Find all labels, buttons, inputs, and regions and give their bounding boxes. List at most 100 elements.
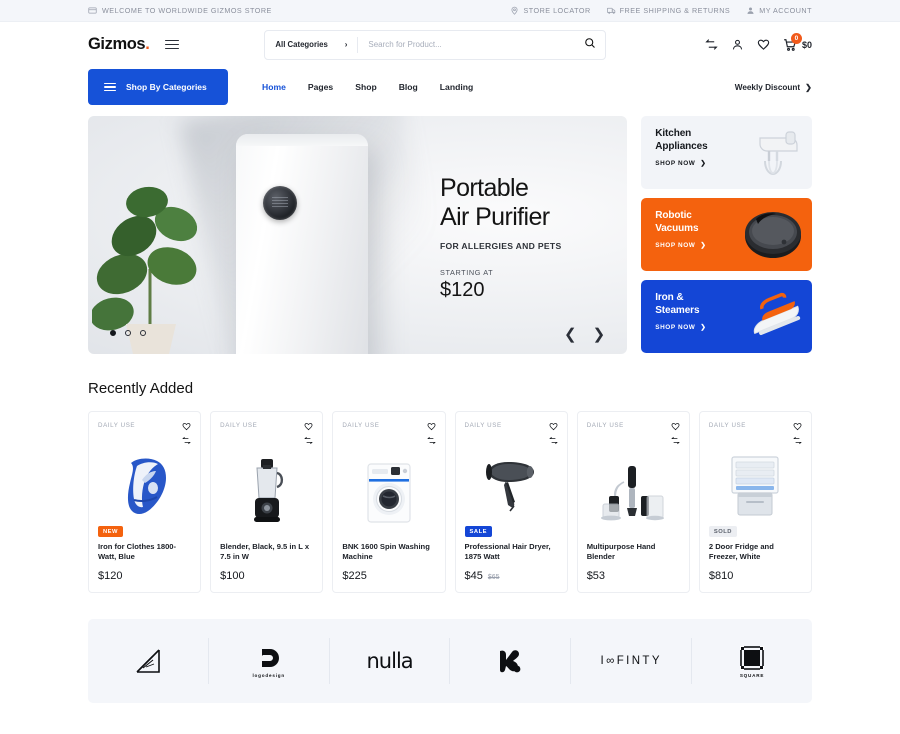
chevron-right-icon: ❯ (700, 242, 707, 249)
shopping-cart-icon: 0 (783, 32, 802, 52)
brand-logo-square[interactable]: SQUARE (692, 638, 812, 684)
status-badge: SOLD (708, 526, 737, 537)
logo-text: Gizmos (88, 35, 146, 53)
location-pin-icon (510, 6, 519, 15)
weekly-discount-link[interactable]: Weekly Discount ❯ (734, 82, 812, 93)
topbar-link-label: STORE LOCATOR (523, 6, 591, 15)
diagonal-lines-logo-icon (136, 649, 160, 673)
nav-links: Home Pages Shop Blog Landing (262, 82, 473, 92)
search-input[interactable] (358, 30, 576, 59)
nav-item-pages[interactable]: Pages (308, 82, 333, 92)
hamburger-icon[interactable] (165, 39, 180, 50)
compare-icon[interactable] (705, 38, 718, 51)
product-card-hand-blender[interactable]: DAILY USE Multipurpose Hand Blender $53 (576, 411, 690, 593)
chevron-right-icon[interactable]: ❯ (593, 327, 606, 342)
brand-logo-nulla[interactable]: nulla (330, 638, 451, 684)
hand-mixer-icon (759, 130, 798, 175)
product-tag: DAILY USE (464, 422, 502, 429)
product-image (465, 445, 558, 526)
heart-icon[interactable] (182, 422, 191, 431)
product-card-fridge-freezer[interactable]: DAILY USE SOLD 2 Door Fridge and Freezer… (698, 411, 813, 593)
chevron-right-icon: › (344, 40, 348, 49)
product-image (342, 445, 435, 542)
heart-icon[interactable] (304, 422, 313, 431)
promo-card-iron-steamers[interactable]: Iron & Steamers SHOP NOW ❯ (641, 280, 812, 353)
product-name: Blender, Black, 9.5 in L x 7.5 in W (220, 542, 310, 562)
promo-card-kitchen-appliances[interactable]: Kitchen Appliances SHOP NOW ❯ (641, 116, 812, 189)
product-card-washing-machine[interactable]: DAILY USE BNK 1600 Spin Washing Machine … (332, 411, 446, 593)
page-title: Recently Added (88, 380, 194, 397)
brand-logo-diagonal-lines[interactable] (88, 638, 209, 684)
brand-logo-blob-mark[interactable] (450, 638, 572, 684)
plant-decoration-icon (92, 186, 198, 354)
category-promo-cards: Kitchen Appliances SHOP NOW ❯ Robotic Va… (641, 116, 812, 354)
topbar-link-store-locator[interactable]: STORE LOCATOR (510, 6, 590, 15)
topbar-link-free-shipping[interactable]: FREE SHIPPING & RETURNS (606, 6, 731, 15)
product-old-price: $65 (487, 574, 500, 581)
heart-icon[interactable] (793, 422, 802, 431)
product-grid: DAILY USE NEW Iron for Clothes 1800-Watt… (0, 411, 900, 593)
product-card-hair-dryer[interactable]: DAILY USE SALE Professional Hair Dryer, … (454, 411, 568, 593)
site-header: Gizmos. All Categories › Search for Prod… (0, 22, 900, 67)
robot-vacuum-icon (745, 211, 801, 258)
brand-logo-infinty[interactable]: I∞FINTY (571, 638, 693, 684)
nav-item-landing[interactable]: Landing (440, 82, 473, 92)
product-price: $225 (342, 570, 367, 582)
cart-total: $0 (801, 39, 812, 50)
shop-by-categories-button[interactable]: Shop By Categories (88, 69, 228, 105)
header-icon-group: 0 $0 (705, 32, 812, 52)
product-name: Multipurpose Hand Blender (586, 542, 656, 562)
brand-logo-wordmark: nulla (366, 649, 413, 673)
logo-dot: . (145, 35, 150, 53)
topbar-link-label: FREE SHIPPING & RETURNS (619, 6, 731, 15)
product-name: 2 Door Fridge and Freezer, White (708, 542, 774, 562)
compare-arrows-icon[interactable] (548, 436, 558, 445)
product-name: Professional Hair Dryer, 1875 Watt (464, 542, 551, 562)
nav-item-blog[interactable]: Blog (399, 82, 418, 92)
hamburger-icon (104, 82, 116, 92)
heart-icon[interactable] (549, 422, 558, 431)
cart-button[interactable]: 0 $0 (783, 32, 812, 52)
compare-arrows-icon[interactable] (182, 436, 191, 445)
account-icon[interactable] (731, 38, 744, 51)
brand-logo-subtext: SQUARE (739, 672, 765, 678)
topbar-link-my-account[interactable]: MY ACCOUNT (746, 6, 812, 15)
search-button[interactable] (575, 31, 605, 59)
blue-clothes-iron-image (127, 458, 166, 514)
carousel-dot-3[interactable] (140, 330, 146, 336)
weekly-discount-label: Weekly Discount (734, 82, 801, 92)
product-price: $100 (220, 570, 245, 582)
heart-icon[interactable] (671, 422, 680, 431)
brand-logo-logodesign[interactable]: logodesign (209, 638, 330, 684)
welcome-text: WELCOME TO WORLDWIDE GIZMOS STORE (102, 6, 272, 15)
category-select[interactable]: All Categories › (265, 31, 357, 59)
cart-count-badge: 0 (790, 32, 802, 44)
hero-carousel[interactable]: Portable Air Purifier FOR ALLERGIES AND … (88, 116, 628, 354)
promo-cta-label: SHOP NOW (655, 159, 696, 167)
compare-arrows-icon[interactable] (671, 436, 680, 445)
compare-arrows-icon[interactable] (793, 436, 802, 445)
compare-arrows-icon[interactable] (426, 436, 436, 445)
product-image (587, 445, 680, 542)
nav-item-shop[interactable]: Shop (355, 82, 376, 92)
compare-arrows-icon[interactable] (304, 436, 314, 445)
product-card-iron-for-clothes[interactable]: DAILY USE NEW Iron for Clothes 1800-Watt… (88, 411, 202, 593)
brand-logo-wordmark: I∞FINTY (600, 655, 662, 667)
page-root: WELCOME TO WORLDWIDE GIZMOS STORE STORE … (0, 0, 900, 734)
chevron-left-icon[interactable]: ❮ (564, 327, 577, 342)
hair-dryer-image (486, 461, 535, 511)
black-blender-image (253, 458, 283, 522)
wishlist-heart-icon[interactable] (757, 38, 770, 51)
product-card-blender[interactable]: DAILY USE Blender, Black, 9.5 in L x 7.5… (210, 411, 324, 593)
promo-card-robotic-vacuums[interactable]: Robotic Vacuums SHOP NOW ❯ (641, 198, 812, 271)
nav-item-home[interactable]: Home (262, 82, 286, 92)
chevron-right-icon: ❯ (700, 160, 707, 167)
heart-icon[interactable] (427, 422, 436, 431)
carousel-dot-1[interactable] (110, 330, 116, 336)
site-logo[interactable]: Gizmos. (88, 35, 150, 54)
promo-cta-label: SHOP NOW (655, 323, 696, 331)
product-image (98, 445, 191, 526)
carousel-arrows: ❮ ❯ (564, 327, 605, 342)
product-image (220, 445, 313, 542)
carousel-dot-2[interactable] (125, 330, 131, 336)
